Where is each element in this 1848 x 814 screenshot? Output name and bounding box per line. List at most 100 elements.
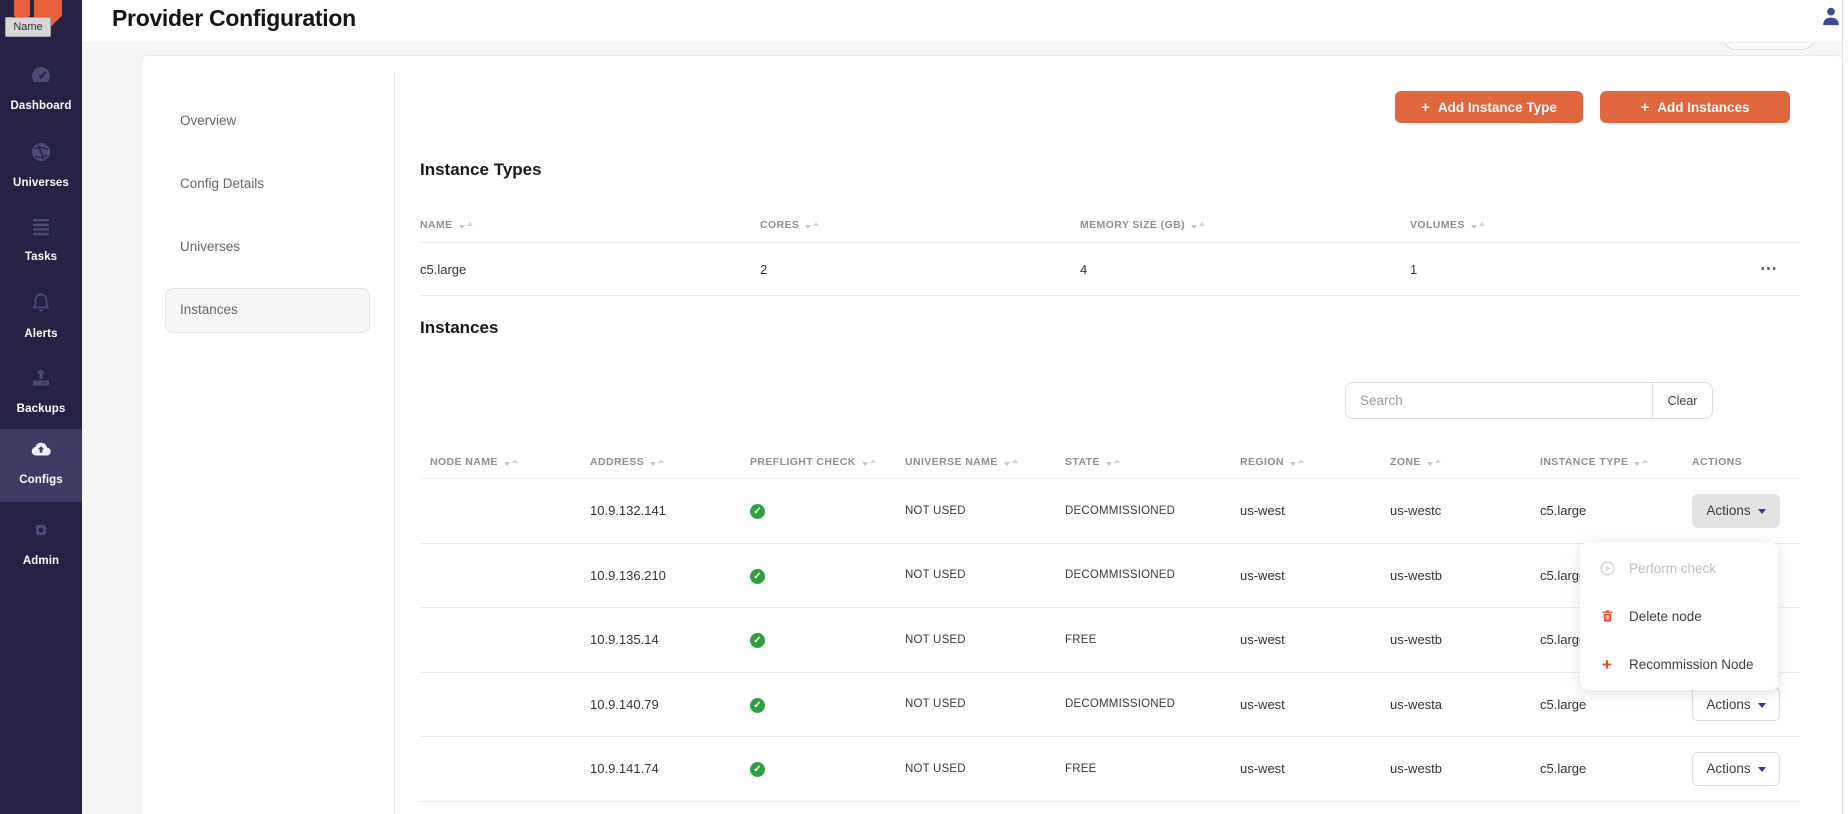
add-instances-label: Add Instances <box>1657 100 1749 115</box>
cell-name: c5.large <box>420 262 760 277</box>
cell-zone: us-westc <box>1380 503 1530 518</box>
right-border <box>1842 0 1843 814</box>
instance-types-table: NAME CORES MEMORY SIZE (GB) VOLUMES c5.l… <box>420 208 1800 296</box>
cell-zone: us-westa <box>1380 697 1530 712</box>
sort-icon <box>1004 459 1018 466</box>
logo-tooltip: Name <box>5 17 51 37</box>
cell-memory: 4 <box>1080 262 1410 277</box>
check-circle-icon <box>750 698 765 713</box>
instances-title: Instances <box>420 318 498 338</box>
cell-universe: NOT USED <box>895 569 1055 581</box>
cell-address: 10.9.135.14 <box>580 632 740 647</box>
cell-region: us-west <box>1230 503 1380 518</box>
search-input[interactable] <box>1345 382 1653 419</box>
cell-state: FREE <box>1055 763 1230 775</box>
cell-region: us-west <box>1230 697 1380 712</box>
cell-preflight <box>740 696 895 713</box>
cell-volumes: 1 <box>1410 262 1760 277</box>
subnav-divider <box>394 72 395 814</box>
chevron-down-icon <box>1758 767 1766 772</box>
sort-icon <box>650 459 664 466</box>
cell-instance-type: c5.large <box>1530 761 1682 776</box>
menu-item-perform-check[interactable]: Perform check <box>1580 544 1778 592</box>
cell-zone: us-westb <box>1380 761 1530 776</box>
sidebar-item-alerts[interactable]: Alerts <box>0 283 82 356</box>
sort-icon <box>805 222 819 229</box>
top-header: Provider Configuration <box>82 0 1848 43</box>
menu-item-recommission-node[interactable]: + Recommission Node <box>1580 640 1778 688</box>
subnav-item-universes[interactable]: Universes <box>180 239 360 259</box>
gauge-icon <box>29 63 53 87</box>
column-header-region[interactable]: REGION <box>1230 456 1380 468</box>
actions-dropdown-button[interactable]: Actions <box>1692 687 1780 721</box>
sidebar-item-tasks[interactable]: Tasks <box>0 206 82 279</box>
app-root: Provider Configuration Name Dashboard Un… <box>0 0 1848 814</box>
sidebar-item-universes[interactable]: Universes <box>0 132 82 205</box>
subnav-item-instances[interactable]: Instances <box>180 302 360 322</box>
column-header-universe[interactable]: UNIVERSE NAME <box>895 456 1055 468</box>
sort-icon <box>1191 222 1205 229</box>
check-circle-icon <box>750 569 765 584</box>
column-header-cores[interactable]: CORES <box>760 219 1080 231</box>
plus-icon: + <box>1640 100 1649 115</box>
column-header-node-name[interactable]: NODE NAME <box>420 456 580 468</box>
cell-zone: us-westb <box>1380 568 1530 583</box>
sort-icon <box>1634 459 1648 466</box>
menu-item-delete-node[interactable]: Delete node <box>1580 592 1778 640</box>
add-instances-button[interactable]: + Add Instances <box>1600 91 1790 123</box>
instance-types-title: Instance Types <box>420 160 542 180</box>
cell-preflight <box>740 502 895 519</box>
actions-dropdown-button[interactable]: Actions <box>1692 494 1780 528</box>
instance-type-row: c5.large 2 4 1 ⋯ <box>420 243 1800 296</box>
add-instance-type-button[interactable]: + Add Instance Type <box>1395 91 1583 123</box>
cell-state: FREE <box>1055 634 1230 646</box>
check-circle-icon <box>750 762 765 777</box>
sidebar-item-backups[interactable]: Backups <box>0 358 82 431</box>
cell-universe: NOT USED <box>895 505 1055 517</box>
subnav-item-overview[interactable]: Overview <box>180 113 360 133</box>
cell-state: DECOMMISSIONED <box>1055 569 1230 581</box>
sidebar-item-configs[interactable]: Configs <box>0 429 82 502</box>
column-header-zone[interactable]: ZONE <box>1380 456 1530 468</box>
cell-universe: NOT USED <box>895 763 1055 775</box>
column-header-address[interactable]: ADDRESS <box>580 456 740 468</box>
sort-icon <box>504 459 518 466</box>
cell-preflight <box>740 631 895 648</box>
sort-icon <box>1427 459 1441 466</box>
sort-icon <box>459 222 473 229</box>
sort-icon <box>1471 222 1485 229</box>
cell-universe: NOT USED <box>895 634 1055 646</box>
actions-dropdown-button[interactable]: Actions <box>1692 752 1780 786</box>
column-header-name[interactable]: NAME <box>420 219 760 231</box>
gear-icon <box>29 518 53 542</box>
cell-address: 10.9.132.141 <box>580 503 740 518</box>
column-header-memory[interactable]: MEMORY SIZE (GB) <box>1080 219 1410 231</box>
sidebar: Name Dashboard Universes Tasks Alerts <box>0 0 82 814</box>
sort-icon <box>862 459 876 466</box>
actions-dropdown-menu: Perform check Delete node + Recommission… <box>1580 542 1778 690</box>
instance-row: 10.9.141.74 NOT USED FREE us-west us-wes… <box>420 737 1800 802</box>
clear-search-button[interactable]: Clear <box>1652 382 1713 419</box>
cell-address: 10.9.136.210 <box>580 568 740 583</box>
instance-row: 10.9.132.141 NOT USED DECOMMISSIONED us-… <box>420 479 1800 544</box>
column-header-preflight[interactable]: PREFLIGHT CHECK <box>740 456 895 468</box>
column-header-state[interactable]: STATE <box>1055 456 1230 468</box>
instance-types-header-row: NAME CORES MEMORY SIZE (GB) VOLUMES <box>420 208 1800 243</box>
cell-address: 10.9.140.79 <box>580 697 740 712</box>
list-icon <box>29 214 53 238</box>
cell-instance-type: c5.large <box>1530 697 1682 712</box>
cell-region: us-west <box>1230 761 1380 776</box>
user-profile-icon[interactable] <box>1820 5 1842 27</box>
row-overflow-menu-icon[interactable]: ⋯ <box>1760 259 1806 279</box>
sort-icon <box>1106 459 1120 466</box>
column-header-instance-type[interactable]: INSTANCE TYPE <box>1530 456 1682 468</box>
cell-cores: 2 <box>760 262 1080 277</box>
cell-instance-type: c5.large <box>1530 503 1682 518</box>
sidebar-item-admin[interactable]: Admin <box>0 510 82 583</box>
cell-zone: us-westb <box>1380 632 1530 647</box>
column-header-volumes[interactable]: VOLUMES <box>1410 219 1760 231</box>
sidebar-item-dashboard[interactable]: Dashboard <box>0 55 82 128</box>
right-gap <box>1843 0 1848 814</box>
subnav-item-config-details[interactable]: Config Details <box>180 176 360 196</box>
cell-universe: NOT USED <box>895 698 1055 710</box>
